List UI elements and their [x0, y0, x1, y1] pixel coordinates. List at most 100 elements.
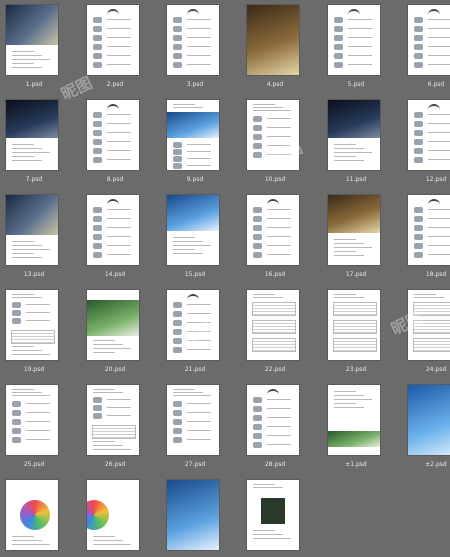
text-line [93, 540, 123, 541]
text-line [12, 540, 42, 541]
product-image [253, 252, 262, 258]
file-name-label: 7.psd [25, 176, 43, 183]
page-thumbnail[interactable] [6, 5, 58, 75]
page-photo [87, 300, 139, 336]
product-image [93, 207, 102, 213]
page-thumbnail[interactable] [6, 385, 58, 455]
text-line [93, 544, 131, 545]
page-thumbnail[interactable] [6, 195, 58, 265]
spec-table [252, 302, 296, 316]
text-line [173, 253, 203, 254]
product-image [253, 216, 262, 222]
text-line [26, 412, 50, 413]
product-image [173, 401, 182, 407]
product-image [414, 62, 423, 68]
page-thumbnail[interactable] [87, 100, 139, 170]
text-line [12, 257, 42, 258]
file-name-label: 23.psd [345, 366, 367, 373]
text-line [173, 395, 211, 396]
page-thumbnail[interactable] [328, 385, 380, 455]
text-line [107, 37, 131, 38]
text-line [334, 243, 364, 244]
product-image [253, 152, 262, 158]
page-thumbnail[interactable] [87, 5, 139, 75]
text-line [26, 421, 50, 422]
text-line [107, 415, 131, 416]
text-line [267, 435, 291, 436]
page-thumbnail[interactable] [408, 195, 450, 265]
text-line [267, 118, 291, 119]
file-name-label: 26.psd [104, 461, 126, 468]
page-thumbnail[interactable] [247, 480, 299, 550]
file-name-label: ±1.psd [345, 461, 367, 468]
product-image [414, 17, 423, 23]
text-line [107, 64, 131, 65]
text-line [107, 150, 131, 151]
product-image [253, 415, 262, 421]
text-line [26, 320, 50, 321]
file-name-label: 14.psd [104, 271, 126, 278]
text-line [12, 152, 50, 153]
page-thumbnail[interactable] [167, 100, 219, 170]
product-image [414, 207, 423, 213]
product-image [93, 121, 102, 127]
spec-table [252, 338, 296, 352]
text-line [428, 114, 450, 115]
page-photo [328, 195, 380, 233]
text-line [428, 141, 450, 142]
text-line [26, 403, 50, 404]
page-thumbnail[interactable] [328, 5, 380, 75]
spec-table [333, 320, 377, 334]
page-thumbnail[interactable] [87, 385, 139, 455]
product-image [334, 44, 343, 50]
text-line [348, 64, 372, 65]
text-line [428, 218, 450, 219]
page-thumbnail[interactable] [87, 195, 139, 265]
text-line [334, 148, 364, 149]
page-thumbnail[interactable] [247, 5, 299, 75]
page-photo [167, 480, 219, 550]
page-thumbnail[interactable] [408, 385, 450, 455]
text-line [12, 346, 34, 347]
page-thumbnail[interactable] [408, 100, 450, 170]
text-line [267, 245, 291, 246]
product-image [12, 419, 21, 425]
product-image [414, 148, 423, 154]
page-thumbnail[interactable] [328, 290, 380, 360]
page-thumbnail[interactable] [247, 385, 299, 455]
page-thumbnail[interactable] [328, 195, 380, 265]
page-thumbnail[interactable] [247, 195, 299, 265]
file-name-label: 24.psd [425, 366, 447, 373]
product-image [93, 53, 102, 59]
page-thumbnail[interactable] [6, 480, 58, 550]
page-thumbnail[interactable] [87, 480, 139, 550]
text-line [173, 392, 203, 393]
page-thumbnail[interactable] [328, 100, 380, 170]
text-line [107, 254, 131, 255]
page-thumbnail[interactable] [167, 195, 219, 265]
brand-logo [107, 104, 119, 110]
text-line [428, 64, 450, 65]
text-line [348, 37, 372, 38]
page-thumbnail[interactable] [167, 385, 219, 455]
page-thumbnail[interactable] [247, 290, 299, 360]
text-line [187, 403, 211, 404]
page-thumbnail[interactable] [6, 100, 58, 170]
page-thumbnail[interactable] [408, 5, 450, 75]
page-thumbnail[interactable] [167, 5, 219, 75]
page-thumbnail[interactable] [87, 290, 139, 360]
text-line [12, 59, 50, 60]
page-thumbnail[interactable] [6, 290, 58, 360]
text-line [253, 110, 291, 111]
text-line [26, 304, 50, 305]
file-name-label: 9.psd [186, 176, 204, 183]
text-line [428, 254, 450, 255]
product-image [334, 35, 343, 41]
page-photo [6, 100, 58, 138]
text-line [334, 239, 356, 240]
product-image [93, 234, 102, 240]
page-thumbnail[interactable] [167, 480, 219, 550]
text-line [428, 132, 450, 133]
text-line [428, 19, 450, 20]
product-image [93, 397, 102, 403]
